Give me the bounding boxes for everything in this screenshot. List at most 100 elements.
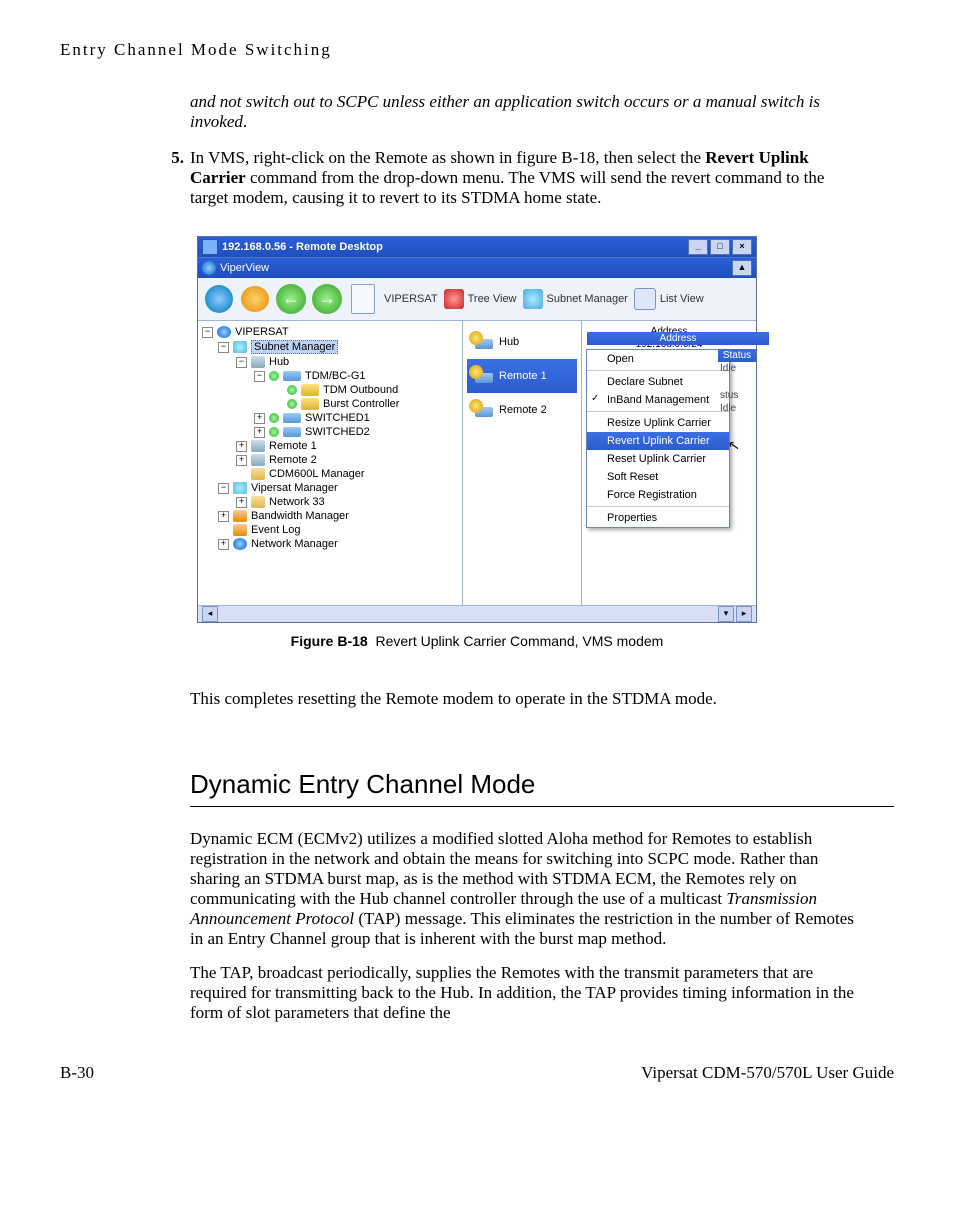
tree-remote1-label: Remote 1 bbox=[269, 440, 317, 452]
status-idle-1: Idle bbox=[718, 362, 756, 375]
menu-declare-subnet[interactable]: Declare Subnet bbox=[587, 373, 729, 391]
collapse-icon[interactable]: − bbox=[218, 342, 229, 353]
tree-root-label: VIPERSAT bbox=[235, 326, 289, 338]
subtitle-bar: ViperView ▲ bbox=[198, 257, 756, 278]
mid-remote2[interactable]: Remote 2 bbox=[467, 393, 577, 427]
maximize-button[interactable]: □ bbox=[710, 239, 730, 255]
tree-hub[interactable]: − Hub bbox=[200, 355, 460, 369]
status-bar: ◂ ▾ ▸ bbox=[198, 605, 756, 622]
scroll-right-button[interactable]: ▸ bbox=[736, 606, 752, 622]
tree-tdm[interactable]: − TDM/BC-G1 bbox=[200, 369, 460, 383]
page-header: Entry Channel Mode Switching bbox=[60, 40, 894, 60]
vipmgr-icon bbox=[233, 482, 247, 494]
figure-b18: 192.168.0.56 - Remote Desktop _ □ × Vipe… bbox=[60, 236, 894, 649]
tree-cdm[interactable]: CDM600L Manager bbox=[200, 467, 460, 481]
menu-resize-uplink[interactable]: Resize Uplink Carrier bbox=[587, 414, 729, 432]
after-figure-paragraph: This completes resetting the Remote mode… bbox=[190, 689, 864, 709]
listview-button[interactable]: List View bbox=[634, 288, 704, 310]
forward-arrow-icon: → bbox=[312, 284, 342, 314]
menu-properties[interactable]: Properties bbox=[587, 509, 729, 527]
tree-bwmgr[interactable]: +Bandwidth Manager bbox=[200, 509, 460, 523]
tree-eventlog[interactable]: Event Log bbox=[200, 523, 460, 537]
figure-caption: Figure B-18 Revert Uplink Carrier Comman… bbox=[60, 633, 894, 649]
intro-paragraph: and not switch out to SCPC unless either… bbox=[190, 92, 864, 132]
tree-tdm-out[interactable]: TDM Outbound bbox=[200, 383, 460, 397]
tree-net33[interactable]: +Network 33 bbox=[200, 495, 460, 509]
band-icon bbox=[301, 398, 319, 410]
collapse-icon[interactable]: − bbox=[218, 483, 229, 494]
subnetmgr-button[interactable]: Subnet Manager bbox=[523, 289, 628, 309]
expand-icon[interactable]: + bbox=[236, 497, 247, 508]
page-footer: B-30 Vipersat CDM-570/570L User Guide bbox=[60, 1063, 894, 1083]
tree-vipmgr[interactable]: −Vipersat Manager bbox=[200, 481, 460, 495]
para-1: Dynamic ECM (ECMv2) utilizes a modified … bbox=[190, 829, 864, 949]
expand-icon[interactable]: + bbox=[236, 455, 247, 466]
tree-remote1[interactable]: + Remote 1 bbox=[200, 439, 460, 453]
tree-netmgr[interactable]: +Network Manager bbox=[200, 537, 460, 551]
content-panes: −VIPERSAT −Subnet Manager −Hub −TDM/BC-G… bbox=[198, 321, 756, 605]
expand-icon[interactable]: + bbox=[218, 539, 229, 550]
treeview-button[interactable]: Tree View bbox=[444, 289, 517, 309]
tree-sw2-label: SWITCHED2 bbox=[305, 426, 370, 438]
mid-hub[interactable]: Hub bbox=[467, 325, 577, 359]
tree-hub-label: Hub bbox=[269, 356, 289, 368]
vms-window: 192.168.0.56 - Remote Desktop _ □ × Vipe… bbox=[197, 236, 757, 623]
treeview-label: Tree View bbox=[468, 293, 517, 305]
tree-tdm-label: TDM/BC-G1 bbox=[305, 370, 366, 382]
log-icon bbox=[233, 524, 247, 536]
forward-button[interactable]: → bbox=[312, 284, 342, 314]
collapse-icon[interactable]: − bbox=[202, 327, 213, 338]
menu-soft-reset[interactable]: Soft Reset bbox=[587, 468, 729, 486]
tree-sw1[interactable]: + SWITCHED1 bbox=[200, 411, 460, 425]
expand-icon[interactable]: + bbox=[236, 441, 247, 452]
tree-sw2[interactable]: + SWITCHED2 bbox=[200, 425, 460, 439]
site-icon bbox=[469, 399, 495, 421]
home-globe-button[interactable] bbox=[204, 284, 234, 314]
expand-icon[interactable]: + bbox=[254, 427, 265, 438]
tree-burst[interactable]: Burst Controller bbox=[200, 397, 460, 411]
expand-icon[interactable]: + bbox=[218, 511, 229, 522]
status-idle-2: Idle bbox=[718, 402, 756, 415]
mid-remote2-label: Remote 2 bbox=[499, 404, 547, 416]
home-button[interactable] bbox=[240, 284, 270, 314]
mid-remote1[interactable]: Remote 1 bbox=[467, 359, 577, 393]
viperview-icon bbox=[202, 261, 216, 275]
menu-revert-uplink[interactable]: Revert Uplink Carrier bbox=[587, 432, 729, 450]
subtitle-text: ViperView bbox=[220, 262, 269, 274]
figure-label: Figure B-18 bbox=[291, 633, 368, 649]
address-header-2: Address bbox=[587, 332, 769, 345]
subnetmgr-label: Subnet Manager bbox=[547, 293, 628, 305]
step-text-a: In VMS, right-click on the Remote as sho… bbox=[190, 148, 705, 167]
status-stus: stus bbox=[718, 389, 756, 402]
tree-root[interactable]: − VIPERSAT bbox=[200, 325, 460, 339]
document-button[interactable] bbox=[348, 284, 378, 314]
expand-icon[interactable]: + bbox=[254, 413, 265, 424]
scroll-left-button[interactable]: ◂ bbox=[202, 606, 218, 622]
menu-reset-uplink[interactable]: Reset Uplink Carrier bbox=[587, 450, 729, 468]
manager-icon bbox=[251, 468, 265, 480]
status-header: Status bbox=[718, 349, 756, 362]
menu-inband-mgmt[interactable]: InBand Management bbox=[587, 391, 729, 409]
collapse-icon[interactable]: − bbox=[236, 357, 247, 368]
minimize-button[interactable]: _ bbox=[688, 239, 708, 255]
scroll-down-button[interactable]: ▾ bbox=[718, 606, 734, 622]
close-button[interactable]: × bbox=[732, 239, 752, 255]
modem-icon bbox=[283, 427, 301, 437]
back-button[interactable]: ← bbox=[276, 284, 306, 314]
scroll-up-button[interactable]: ▲ bbox=[732, 260, 752, 276]
para-2: The TAP, broadcast periodically, supplie… bbox=[190, 963, 864, 1023]
collapse-icon[interactable]: − bbox=[254, 371, 265, 382]
remote-node-icon bbox=[251, 454, 265, 466]
band-icon bbox=[301, 384, 319, 396]
step-5: 5. In VMS, right-click on the Remote as … bbox=[190, 148, 864, 208]
site-icon bbox=[469, 365, 495, 387]
tree-sw1-label: SWITCHED1 bbox=[305, 412, 370, 424]
status-dot-icon bbox=[287, 385, 297, 395]
mid-pane: Hub Remote 1 Remote 2 bbox=[463, 321, 582, 605]
menu-open[interactable]: Open bbox=[587, 350, 729, 368]
tree-icon bbox=[444, 289, 464, 309]
tree-subnet-mgr[interactable]: −Subnet Manager bbox=[200, 339, 460, 355]
menu-force-registration[interactable]: Force Registration bbox=[587, 486, 729, 504]
tree-remote2[interactable]: +Remote 2 bbox=[200, 453, 460, 467]
modem-icon bbox=[283, 413, 301, 423]
